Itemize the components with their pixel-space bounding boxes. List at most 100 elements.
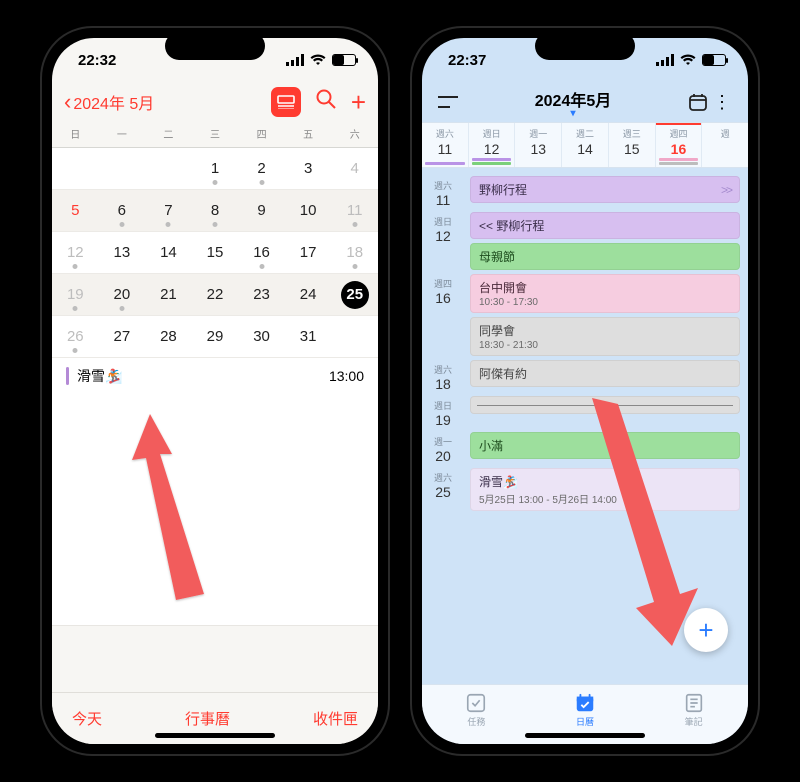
- calendar-day[interactable]: 15: [192, 232, 239, 273]
- status-icons: [656, 54, 726, 66]
- calendar-day[interactable]: 10: [285, 190, 332, 231]
- calendar-day[interactable]: 21: [145, 274, 192, 315]
- agenda-event[interactable]: 野柳行程>>: [470, 176, 740, 203]
- event-title: 滑雪🏂: [77, 366, 122, 386]
- calendar-day: [331, 316, 378, 357]
- calendar-day[interactable]: 14: [145, 232, 192, 273]
- wifi-icon: [310, 54, 326, 66]
- calendar-row: 262728293031: [52, 316, 378, 358]
- menu-button[interactable]: [436, 95, 460, 109]
- agenda-event[interactable]: << 野柳行程: [470, 212, 740, 239]
- calendar-day[interactable]: 12: [52, 232, 99, 273]
- agenda-event[interactable]: 台中開會10:30 - 17:30: [470, 274, 740, 313]
- weekday-header: 日一二三四五六: [52, 122, 378, 148]
- calendar-day[interactable]: 7: [145, 190, 192, 231]
- week-day[interactable]: 週二14: [562, 123, 609, 167]
- calendar-day[interactable]: 16: [238, 232, 285, 273]
- calendar-day[interactable]: 18: [331, 232, 378, 273]
- week-strip[interactable]: 週六11週日12週一13週二14週三15週四16週: [422, 122, 748, 168]
- calendar-row: 12131415161718: [52, 232, 378, 274]
- calendar-day[interactable]: 22: [192, 274, 239, 315]
- chevron-down-icon: ▾: [460, 111, 686, 117]
- calendar-day: [145, 148, 192, 189]
- calendar-day[interactable]: 27: [99, 316, 146, 357]
- calendar-day[interactable]: 30: [238, 316, 285, 357]
- inbox-button[interactable]: 收件匣: [313, 708, 358, 729]
- calendar-day[interactable]: 24: [285, 274, 332, 315]
- agenda-date: 週六11: [422, 176, 464, 208]
- week-day[interactable]: 週三15: [609, 123, 656, 167]
- calendar-day[interactable]: 4: [331, 148, 378, 189]
- calendar-day[interactable]: 9: [238, 190, 285, 231]
- weekday-label: 六: [331, 126, 378, 141]
- tab-notes[interactable]: 筆記: [683, 692, 705, 728]
- calendar-day[interactable]: 17: [285, 232, 332, 273]
- search-icon[interactable]: [315, 88, 337, 116]
- calendar-day[interactable]: 28: [145, 316, 192, 357]
- add-button[interactable]: +: [351, 87, 366, 118]
- weekday-label: 二: [145, 126, 192, 141]
- agenda-date: 週六25: [422, 468, 464, 511]
- agenda-date: 週四16: [422, 274, 464, 356]
- agenda-day: 週四16台中開會10:30 - 17:30 同學會18:30 - 21:30: [422, 272, 748, 358]
- calendar-day[interactable]: 3: [285, 148, 332, 189]
- weekday-label: 日: [52, 126, 99, 141]
- calendar-day[interactable]: 13: [99, 232, 146, 273]
- event-color-bar: [66, 367, 69, 385]
- more-button[interactable]: ⋮: [710, 92, 734, 113]
- week-day[interactable]: 週一13: [515, 123, 562, 167]
- week-day[interactable]: 週日12: [469, 123, 516, 167]
- calendar-day[interactable]: 5: [52, 190, 99, 231]
- calendar-row: 567891011: [52, 190, 378, 232]
- calendar-row: 1234: [52, 148, 378, 190]
- event-row[interactable]: 滑雪🏂 13:00: [52, 358, 378, 394]
- wifi-icon: [680, 54, 696, 66]
- week-day[interactable]: 週四16: [656, 123, 703, 167]
- calendar-day[interactable]: 1: [192, 148, 239, 189]
- calendar-day[interactable]: 2: [238, 148, 285, 189]
- week-day[interactable]: 週六11: [422, 123, 469, 167]
- calendars-button[interactable]: 行事曆: [185, 708, 230, 729]
- phone-right: 22:37 2024年5月 ▾ ⋮ 週六11週日12週一13週二14週三15週四…: [410, 26, 760, 756]
- agenda-event[interactable]: 母親節: [470, 243, 740, 270]
- home-indicator: [525, 733, 645, 738]
- calendar-day[interactable]: 31: [285, 316, 332, 357]
- home-indicator: [155, 733, 275, 738]
- weekday-label: 五: [285, 126, 332, 141]
- battery-icon: [332, 54, 356, 66]
- agenda-event[interactable]: 阿傑有約: [470, 360, 740, 387]
- back-button[interactable]: ‹ 2024年 5月: [64, 90, 154, 114]
- calendar-day: [99, 148, 146, 189]
- calendar-day[interactable]: 6: [99, 190, 146, 231]
- signal-icon: [286, 54, 304, 66]
- notch: [535, 32, 635, 60]
- tab-tasks[interactable]: 任務: [465, 692, 487, 728]
- calendar-day[interactable]: 25: [331, 274, 378, 315]
- status-icons: [286, 54, 356, 66]
- week-day[interactable]: 週: [702, 123, 748, 167]
- chevron-right-icon: >>: [721, 183, 731, 197]
- calendar-day[interactable]: 23: [238, 274, 285, 315]
- tab-calendar[interactable]: 日曆: [574, 692, 596, 728]
- today-button[interactable]: [686, 92, 710, 112]
- agenda-day: 週六11野柳行程>>: [422, 174, 748, 210]
- month-grid[interactable]: 1234567891011121314151617181920212223242…: [52, 148, 378, 358]
- phone-left: 22:32 ‹ 2024年 5月 + 日一二三四五六: [40, 26, 390, 756]
- calendar-day[interactable]: 8: [192, 190, 239, 231]
- weekday-label: 四: [238, 126, 285, 141]
- today-button[interactable]: 今天: [72, 708, 102, 729]
- nav-header: ‹ 2024年 5月 +: [52, 82, 378, 122]
- agenda-day: 週六18阿傑有約: [422, 358, 748, 394]
- app-header: 2024年5月 ▾ ⋮: [422, 82, 748, 122]
- clock: 22:37: [448, 52, 486, 69]
- view-toggle-button[interactable]: [271, 87, 301, 117]
- calendar-row: 19202122232425: [52, 274, 378, 316]
- calendar-day[interactable]: 20: [99, 274, 146, 315]
- calendar-day[interactable]: 19: [52, 274, 99, 315]
- calendar-day[interactable]: 11: [331, 190, 378, 231]
- agenda-event[interactable]: 同學會18:30 - 21:30: [470, 317, 740, 356]
- agenda-date: 週六18: [422, 360, 464, 392]
- calendar-day[interactable]: 26: [52, 316, 99, 357]
- month-picker[interactable]: 2024年5月 ▾: [460, 87, 686, 117]
- calendar-day[interactable]: 29: [192, 316, 239, 357]
